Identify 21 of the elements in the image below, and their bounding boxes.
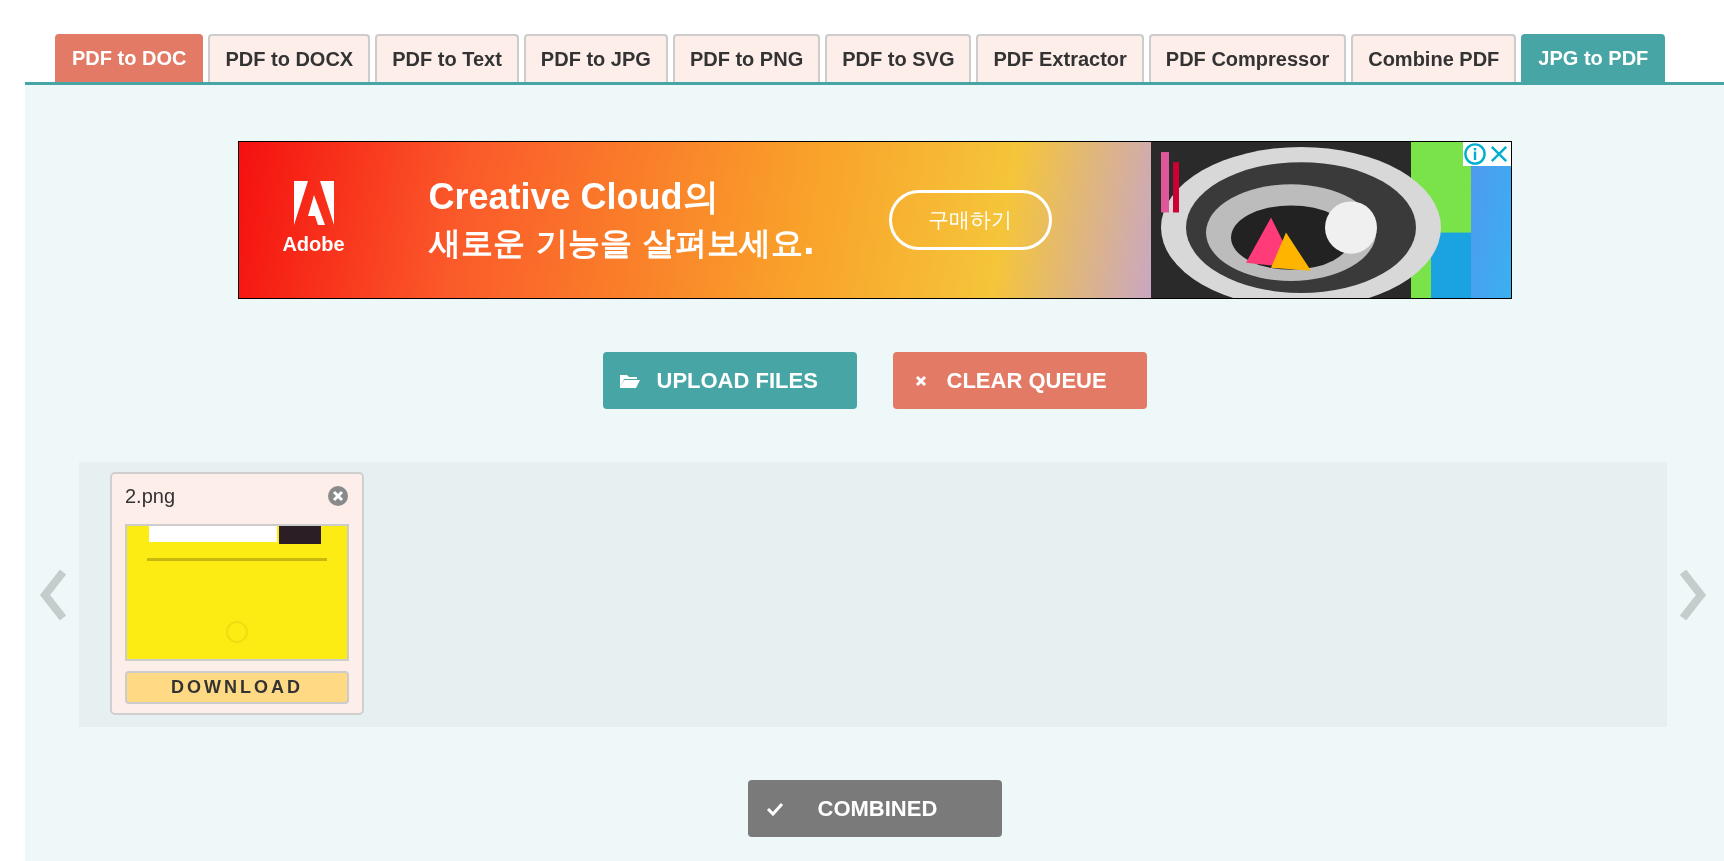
tab[interactable]: PDF to DOCX	[208, 34, 371, 82]
ad-banner[interactable]: Adobe Creative Cloud의 새로운 기능을 살펴보세요. 구매하기	[237, 141, 1512, 299]
tab[interactable]: PDF Compressor	[1148, 34, 1347, 82]
tab[interactable]: Combine PDF	[1351, 34, 1517, 82]
file-name: 2.png	[125, 484, 176, 509]
tab[interactable]: PDF to Text	[375, 34, 519, 82]
brand-name: Adobe	[282, 232, 345, 257]
ad-headline: 새로운 기능을 살펴보세요.	[428, 223, 816, 264]
info-icon[interactable]	[1462, 142, 1487, 166]
folder-icon	[618, 372, 641, 389]
download-button[interactable]: DOWNLOAD	[125, 671, 349, 704]
ad-headline: Creative Cloud의	[428, 175, 720, 219]
combined-button[interactable]: COMBINED	[747, 780, 1002, 837]
tab[interactable]: PDF Extractor	[976, 34, 1144, 82]
tab[interactable]: PDF to SVG	[825, 34, 972, 82]
check-icon	[765, 801, 784, 816]
close-icon	[914, 374, 927, 387]
tab[interactable]: PDF to JPG	[523, 34, 668, 82]
tab[interactable]: PDF to PNG	[672, 34, 821, 82]
logo-icon	[293, 181, 334, 225]
remove-icon[interactable]	[327, 485, 349, 507]
